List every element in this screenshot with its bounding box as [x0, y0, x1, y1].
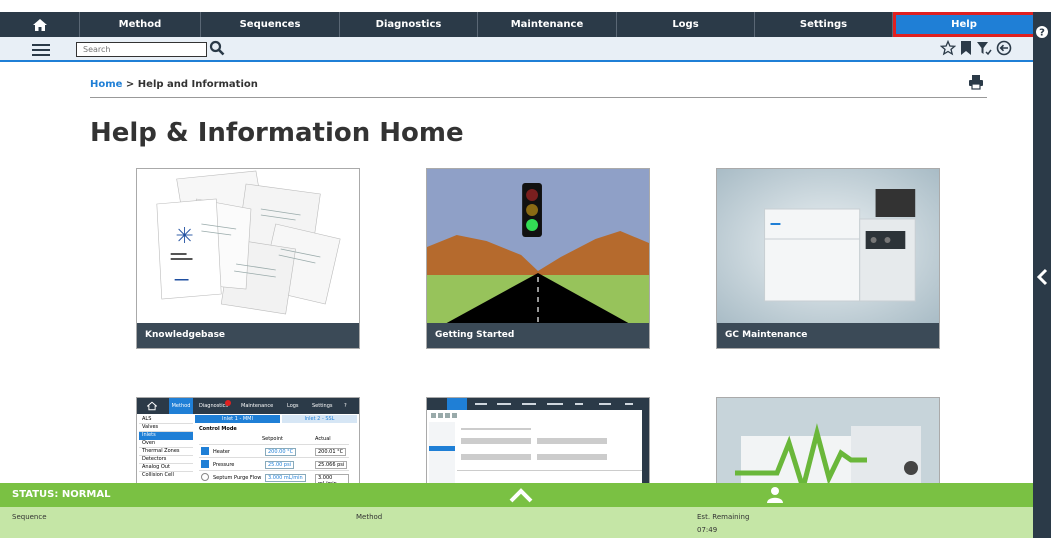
preview-col-actual: Actual: [315, 436, 331, 442]
preview-sidebar-item: Thermal Zones: [139, 448, 193, 456]
hamburger-menu-icon[interactable]: [32, 41, 50, 57]
breadcrumb: Home > Help and Information: [90, 79, 258, 90]
filter-icon[interactable]: [976, 40, 992, 56]
breadcrumb-divider: [90, 97, 987, 98]
preview-section-title: Control Mode: [199, 426, 237, 432]
preview-rows: Heater 200.00 °C 200.01 °C Pressure 25.0…: [199, 444, 349, 486]
preview-row: Pressure 25.00 psi 25.066 psi: [199, 457, 349, 470]
preview-tab-maintenance: Maintenance: [241, 403, 274, 409]
preview-row-actual: 200.01 °C: [315, 448, 347, 456]
preview-row-label: Heater: [213, 449, 230, 455]
help-question-icon[interactable]: ?: [1036, 26, 1048, 38]
preview-sidebar-item: Valves: [139, 424, 193, 432]
status-bar[interactable]: STATUS: NORMAL: [0, 483, 1033, 507]
status-sequence-label: Sequence: [12, 513, 47, 521]
preview-row-actual: 25.066 psi: [315, 461, 348, 469]
top-margin: [0, 0, 1051, 12]
tab-sequences[interactable]: Sequences: [201, 12, 340, 37]
preview-sidebar-item: Oven: [139, 440, 193, 448]
preview-sidebar-item: Collision Cell: [142, 472, 174, 478]
card-gc-maintenance[interactable]: GC Maintenance: [716, 168, 940, 349]
tab-diagnostics[interactable]: Diagnostics: [340, 12, 478, 37]
tab-method[interactable]: Method: [80, 12, 201, 37]
preview-sidebar-item: ALS: [139, 416, 193, 424]
back-circle-icon[interactable]: [996, 40, 1012, 56]
card-knowledgebase[interactable]: Knowledgebase: [136, 168, 360, 349]
search-input[interactable]: [76, 42, 207, 57]
main-nav: Method Sequences Diagnostics Maintenance…: [0, 12, 1051, 37]
preview-tab-settings: Settings: [312, 403, 333, 409]
preview-alert-badge: [225, 400, 231, 406]
status-method-label: Method: [356, 513, 383, 521]
tab-settings[interactable]: Settings: [755, 12, 893, 37]
preview-sidebar-item: Detectors: [139, 456, 193, 464]
preview-checkbox-icon: [201, 473, 209, 481]
preview-inlet-1: Inlet 1 - MMI: [195, 415, 280, 423]
getting-started-image: [427, 169, 649, 324]
card-gc-diagnostics[interactable]: [716, 397, 940, 487]
search-icon[interactable]: [209, 40, 225, 56]
tab-help[interactable]: Help: [893, 12, 1036, 37]
preview-checkbox-icon: [201, 460, 209, 468]
print-icon[interactable]: [968, 74, 984, 90]
home-button[interactable]: [0, 12, 80, 37]
preview-help-mark: ?: [344, 403, 347, 409]
status-label: STATUS: NORMAL: [12, 489, 111, 500]
knowledgebase-image: [137, 169, 359, 324]
method-editor-preview-image: [427, 398, 649, 486]
preview-row-label: Septum Purge Flow: [213, 475, 262, 481]
preview-col-setpoint: Setpoint: [262, 436, 283, 442]
preview-sidebar: ALS Valves Inlets Oven Thermal Zones Det…: [139, 416, 193, 480]
card-knowledgebase-title: Knowledgebase: [137, 323, 359, 348]
preview-row-setpoint: 200.00 °C: [265, 448, 297, 456]
bookmark-icon[interactable]: [960, 40, 972, 56]
card-getting-started[interactable]: Getting Started: [426, 168, 650, 349]
svg-text:?: ?: [1039, 28, 1045, 39]
instrument-ui-preview: Method Diagnostics Maintenance Logs Sett…: [137, 398, 359, 486]
preview-tab-logs: Logs: [287, 403, 299, 409]
preview-row-setpoint: 25.00 psi: [265, 461, 295, 469]
breadcrumb-current: Help and Information: [137, 79, 258, 90]
page-title: Help & Information Home: [90, 118, 464, 148]
gc-diagnostics-image: [717, 398, 939, 486]
breadcrumb-home-link[interactable]: Home: [90, 79, 122, 90]
status-remaining-value: 07:49: [697, 526, 718, 534]
gc-maintenance-image: [717, 169, 939, 324]
toolbar: [0, 37, 1033, 62]
preview-row: Septum Purge Flow 3.000 mL/min 3.000 mL/…: [199, 470, 349, 486]
collapse-panel-chevron-icon[interactable]: [1036, 268, 1048, 286]
status-remaining-label: Est. Remaining: [697, 513, 750, 521]
preview-inlet-2: Inlet 2 - SSL: [282, 415, 357, 423]
favorite-star-icon[interactable]: [940, 40, 956, 56]
card-gc-maintenance-title: GC Maintenance: [717, 323, 939, 348]
preview-tab-diagnostics: Diagnostics: [199, 403, 229, 409]
user-icon[interactable]: [766, 486, 784, 504]
card-method-editor[interactable]: [426, 397, 650, 487]
preview-row-label: Pressure: [213, 462, 235, 468]
card-instrument-control[interactable]: Method Diagnostics Maintenance Logs Sett…: [136, 397, 360, 487]
preview-row: Heater 200.00 °C 200.01 °C: [199, 444, 349, 457]
preview-home-icon: [147, 401, 157, 411]
tab-maintenance[interactable]: Maintenance: [478, 12, 617, 37]
preview-checkbox-icon: [201, 447, 209, 455]
expand-status-chevron-icon[interactable]: [508, 487, 534, 503]
home-icon: [32, 18, 47, 31]
tab-logs[interactable]: Logs: [617, 12, 755, 37]
card-getting-started-title: Getting Started: [427, 323, 649, 348]
preview-tab-method: Method: [169, 398, 193, 414]
preview-sidebar-item: Analog Out: [139, 464, 193, 472]
breadcrumb-separator: >: [122, 79, 138, 90]
preview-sidebar-item: Inlets: [139, 432, 193, 440]
status-details: Sequence Method Est. Remaining 07:49: [0, 507, 1033, 538]
preview-row-setpoint: 3.000 mL/min: [265, 474, 306, 482]
